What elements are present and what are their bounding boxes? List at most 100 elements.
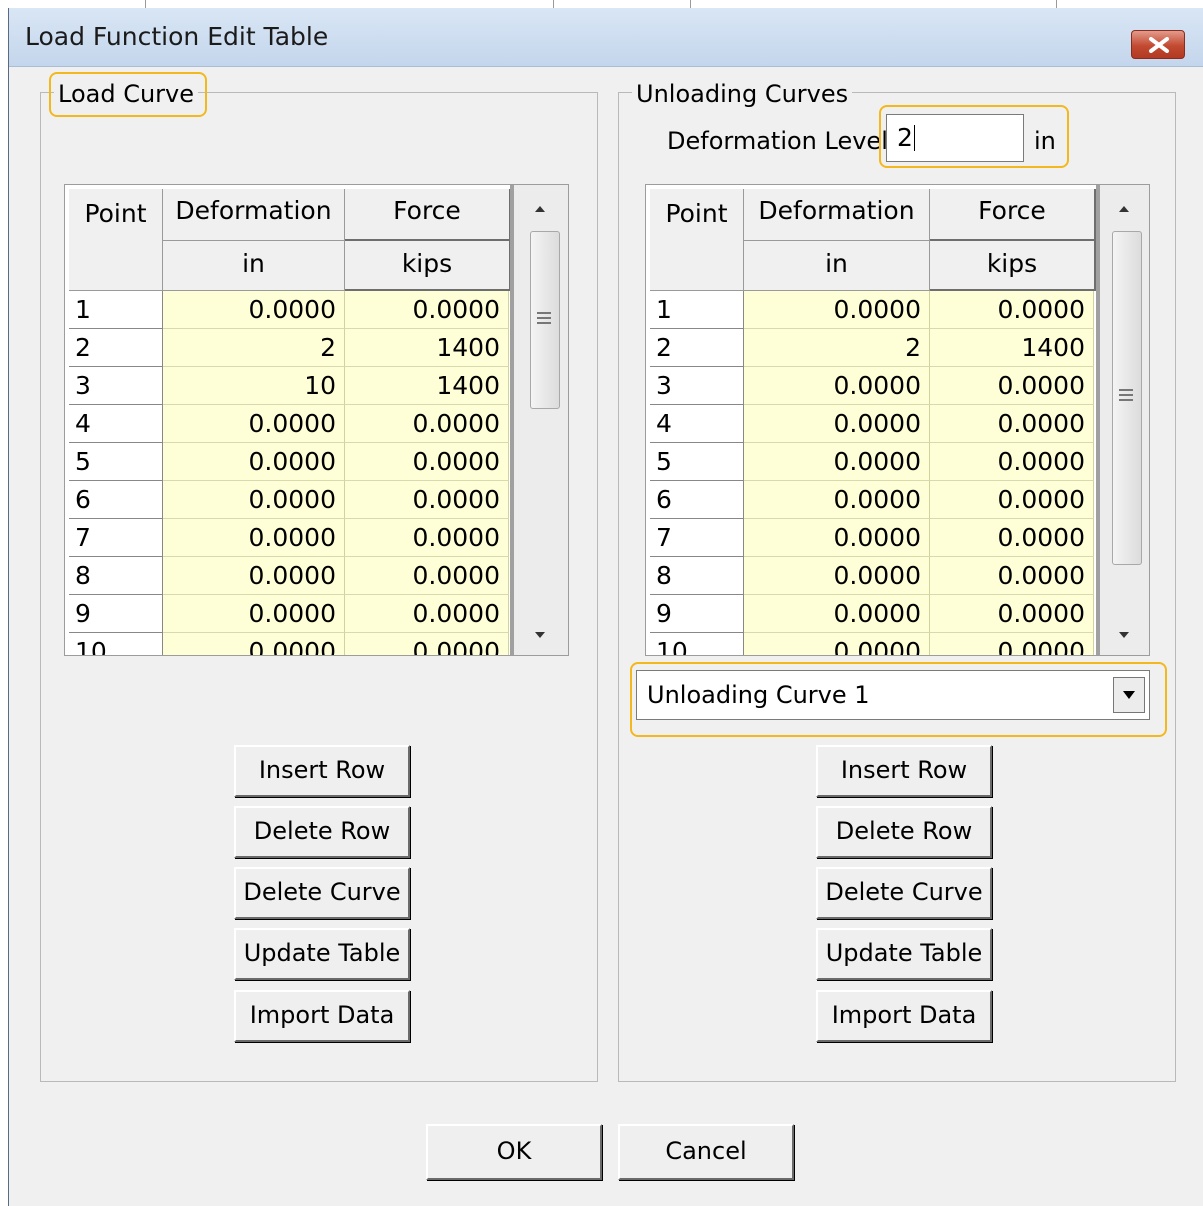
point-cell: 4 [69, 405, 163, 443]
point-cell: 10 [69, 633, 163, 655]
force-cell[interactable]: 0.0000 [930, 557, 1094, 595]
point-cell: 7 [650, 519, 744, 557]
point-column-header[interactable]: Point [69, 189, 163, 291]
deformation-unit-header[interactable]: in [744, 241, 930, 291]
deformation-cell[interactable]: 0.0000 [163, 481, 345, 519]
force-column-header[interactable]: Force [930, 189, 1096, 241]
scrollbar-thumb[interactable] [530, 231, 560, 409]
point-cell: 1 [650, 291, 744, 329]
point-header-label: Point [665, 199, 728, 228]
force-cell[interactable]: 0.0000 [930, 519, 1094, 557]
load-curve-table[interactable]: Point Deformation Force in kips 1 0.0000 0… [64, 184, 569, 656]
deformation-cell[interactable]: 0.0000 [744, 557, 930, 595]
deformation-cell[interactable]: 0.0000 [744, 481, 930, 519]
delete-curve-button[interactable]: Delete Curve [816, 867, 992, 919]
unloading-curve-table[interactable]: Point Deformation Force in kips 1 0.0000 0… [645, 184, 1150, 656]
force-cell[interactable]: 0.0000 [930, 443, 1094, 481]
force-cell[interactable]: 0.0000 [345, 519, 509, 557]
import-data-button[interactable]: Import Data [234, 990, 410, 1042]
point-cell: 4 [650, 405, 744, 443]
deformation-cell[interactable]: 0.0000 [744, 367, 930, 405]
scroll-down-icon[interactable] [1114, 625, 1134, 645]
point-cell: 3 [650, 367, 744, 405]
deformation-cell[interactable]: 0.0000 [163, 595, 345, 633]
point-cell: 7 [69, 519, 163, 557]
deformation-cell[interactable]: 0.0000 [163, 291, 345, 329]
force-cell[interactable]: 0.0000 [345, 291, 509, 329]
import-data-button[interactable]: Import Data [816, 990, 992, 1042]
deformation-cell[interactable]: 0.0000 [744, 405, 930, 443]
scroll-down-icon[interactable] [530, 625, 550, 645]
point-column-header[interactable]: Point [650, 189, 744, 291]
scrollbar-thumb[interactable] [1112, 231, 1142, 565]
deformation-cell[interactable]: 0.0000 [744, 519, 930, 557]
deformation-level-highlight [879, 105, 1069, 168]
deformation-unit-header[interactable]: in [163, 241, 345, 291]
force-unit-header[interactable]: kips [345, 241, 511, 291]
force-cell[interactable]: 0.0000 [345, 557, 509, 595]
force-cell[interactable]: 0.0000 [930, 595, 1094, 633]
force-cell[interactable]: 0.0000 [345, 405, 509, 443]
deformation-cell[interactable]: 0.0000 [744, 291, 930, 329]
background-divider [1056, 0, 1057, 8]
deformation-unit-label: in [825, 249, 848, 278]
force-unit-header[interactable]: kips [930, 241, 1096, 291]
deformation-cell[interactable]: 2 [744, 329, 930, 367]
ok-button[interactable]: OK [426, 1124, 602, 1180]
deformation-column-header[interactable]: Deformation [744, 189, 930, 241]
delete-curve-button[interactable]: Delete Curve [234, 867, 410, 919]
force-cell[interactable]: 0.0000 [930, 481, 1094, 519]
point-cell: 2 [69, 329, 163, 367]
dialog-title: Load Function Edit Table [25, 22, 329, 51]
deformation-column-header[interactable]: Deformation [163, 189, 345, 241]
deformation-cell[interactable]: 0.0000 [163, 557, 345, 595]
insert-row-button[interactable]: Insert Row [234, 745, 410, 797]
grip-line [537, 322, 551, 324]
force-cell[interactable]: 0.0000 [345, 481, 509, 519]
load-curve-scrollbar[interactable] [510, 185, 568, 655]
close-button[interactable] [1131, 30, 1185, 59]
deformation-cell[interactable]: 0.0000 [744, 633, 930, 655]
force-cell[interactable]: 1400 [345, 329, 509, 367]
force-cell[interactable]: 0.0000 [345, 595, 509, 633]
deformation-cell[interactable]: 0.0000 [744, 595, 930, 633]
update-table-button[interactable]: Update Table [816, 928, 992, 980]
force-cell[interactable]: 0.0000 [930, 291, 1094, 329]
force-cell[interactable]: 1400 [930, 329, 1094, 367]
delete-row-button[interactable]: Delete Row [816, 806, 992, 858]
scroll-up-icon[interactable] [530, 199, 550, 219]
scroll-up-icon[interactable] [1114, 199, 1134, 219]
force-cell[interactable]: 0.0000 [930, 367, 1094, 405]
deformation-level-label: Deformation Level [667, 127, 888, 155]
deformation-cell[interactable]: 0.0000 [744, 443, 930, 481]
force-cell[interactable]: 1400 [345, 367, 509, 405]
deformation-unit-label: in [242, 249, 265, 278]
deformation-header-label: Deformation [758, 196, 915, 225]
close-icon [1149, 37, 1169, 53]
force-cell[interactable]: 0.0000 [930, 633, 1094, 655]
deformation-cell[interactable]: 0.0000 [163, 633, 345, 655]
insert-row-button[interactable]: Insert Row [816, 745, 992, 797]
force-column-header[interactable]: Force [345, 189, 511, 241]
title-bar[interactable]: Load Function Edit Table [9, 8, 1203, 67]
deformation-cell[interactable]: 0.0000 [163, 443, 345, 481]
point-cell: 5 [650, 443, 744, 481]
unloading-curve-scrollbar[interactable] [1096, 185, 1149, 655]
deformation-cell[interactable]: 10 [163, 367, 345, 405]
background-divider [553, 0, 554, 8]
force-cell[interactable]: 0.0000 [930, 405, 1094, 443]
point-cell: 5 [69, 443, 163, 481]
cancel-button[interactable]: Cancel [618, 1124, 794, 1180]
force-unit-label: kips [986, 249, 1038, 278]
force-cell[interactable]: 0.0000 [345, 633, 509, 655]
force-header-label: Force [978, 196, 1046, 225]
force-cell[interactable]: 0.0000 [345, 443, 509, 481]
point-cell: 9 [650, 595, 744, 633]
update-table-button[interactable]: Update Table [234, 928, 410, 980]
deformation-cell[interactable]: 2 [163, 329, 345, 367]
point-cell: 1 [69, 291, 163, 329]
deformation-cell[interactable]: 0.0000 [163, 405, 345, 443]
deformation-cell[interactable]: 0.0000 [163, 519, 345, 557]
background-divider [690, 0, 691, 8]
delete-row-button[interactable]: Delete Row [234, 806, 410, 858]
